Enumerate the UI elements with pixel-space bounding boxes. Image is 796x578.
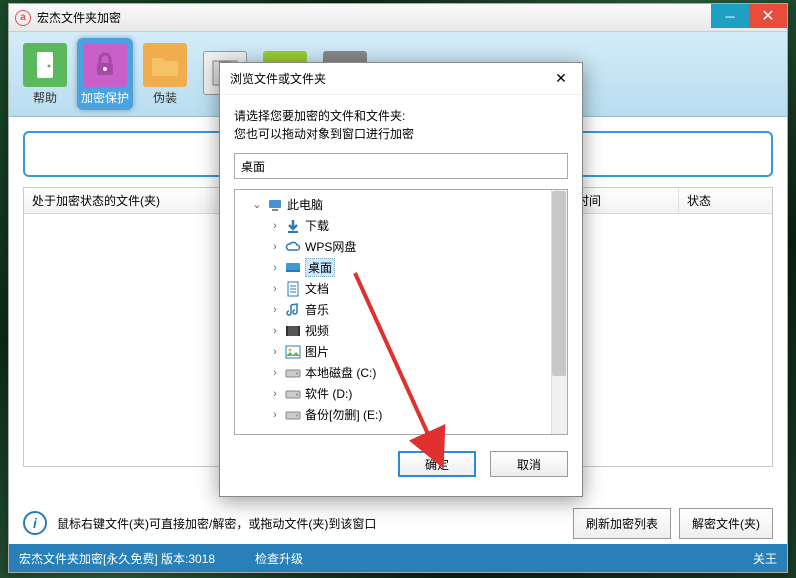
- tree-item[interactable]: › 视频: [237, 320, 565, 341]
- tree-label: 此电脑: [287, 196, 323, 213]
- tool-label: 加密保护: [81, 89, 129, 106]
- titlebar: a 宏杰文件夹加密 ─ ✕: [9, 4, 787, 32]
- column-header[interactable]: 时间: [569, 188, 679, 213]
- pc-icon: [267, 197, 283, 213]
- lock-icon: [83, 43, 127, 87]
- app-icon: a: [15, 10, 31, 26]
- disk-icon: [285, 407, 301, 423]
- pic-icon: [285, 344, 301, 360]
- tree-label: WPS网盘: [305, 238, 356, 255]
- expander-icon[interactable]: ›: [269, 283, 281, 295]
- expander-icon[interactable]: ›: [269, 409, 281, 421]
- status-update[interactable]: 检查升级: [255, 550, 303, 567]
- status-app: 宏杰文件夹加密[永久免费] 版本:3018: [19, 550, 215, 567]
- expander-icon[interactable]: ›: [269, 241, 281, 253]
- tree-label: 软件 (D:): [305, 385, 352, 402]
- scrollbar-thumb[interactable]: [552, 191, 566, 376]
- column-header[interactable]: 状态: [679, 188, 769, 213]
- tree-item[interactable]: › 下载: [237, 215, 565, 236]
- tree-item[interactable]: › WPS网盘: [237, 236, 565, 257]
- window-title: 宏杰文件夹加密: [37, 9, 121, 26]
- tree-item[interactable]: › 软件 (D:): [237, 383, 565, 404]
- disguise-button[interactable]: 伪装: [137, 38, 193, 110]
- expander-icon[interactable]: ›: [269, 388, 281, 400]
- disk-icon: [285, 365, 301, 381]
- tree-label: 视频: [305, 322, 329, 339]
- tree-label: 图片: [305, 343, 329, 360]
- cancel-button[interactable]: 取消: [490, 451, 568, 477]
- dialog-close-button[interactable]: ✕: [550, 68, 572, 90]
- statusbar: 宏杰文件夹加密[永久免费] 版本:3018 检查升级 关王: [9, 544, 787, 572]
- tree-item[interactable]: › 文档: [237, 278, 565, 299]
- expander-icon[interactable]: ›: [269, 346, 281, 358]
- dl-icon: [285, 218, 301, 234]
- tree-label: 本地磁盘 (C:): [305, 364, 376, 381]
- status-right: 关王: [753, 550, 777, 567]
- folder-icon: [143, 43, 187, 87]
- dialog-message: 请选择您要加密的文件和文件夹: 您也可以拖动对象到窗口进行加密: [234, 107, 568, 143]
- music-icon: [285, 302, 301, 318]
- disk-icon: [285, 386, 301, 402]
- scrollbar[interactable]: [551, 190, 567, 434]
- tree-label: 备份[勿删] (E:): [305, 406, 382, 423]
- tree-item[interactable]: › 本地磁盘 (C:): [237, 362, 565, 383]
- expander-icon[interactable]: ›: [269, 220, 281, 232]
- expander-icon[interactable]: ›: [269, 325, 281, 337]
- door-icon: [23, 43, 67, 87]
- tool-label: 帮助: [33, 89, 57, 106]
- doc-icon: [285, 281, 301, 297]
- tool-label: 伪装: [153, 89, 177, 106]
- tree-item[interactable]: › 图片: [237, 341, 565, 362]
- info-icon: i: [23, 511, 47, 535]
- tree-label: 桌面: [305, 258, 335, 277]
- dialog-titlebar: 浏览文件或文件夹 ✕: [220, 63, 582, 95]
- expander-icon[interactable]: ›: [269, 304, 281, 316]
- help-button[interactable]: 帮助: [17, 38, 73, 110]
- browse-dialog: 浏览文件或文件夹 ✕ 请选择您要加密的文件和文件夹: 您也可以拖动对象到窗口进行…: [219, 62, 583, 497]
- desk-icon: [285, 260, 301, 276]
- path-input[interactable]: [234, 153, 568, 179]
- ok-button[interactable]: 确定: [398, 451, 476, 477]
- tree-item[interactable]: › 音乐: [237, 299, 565, 320]
- encrypt-button[interactable]: 加密保护: [77, 38, 133, 110]
- close-button[interactable]: ✕: [749, 4, 787, 28]
- footer: i 鼠标右键文件(夹)可直接加密/解密，或拖动文件(夹)到该窗口 刷新加密列表 …: [9, 504, 787, 542]
- dialog-title: 浏览文件或文件夹: [230, 70, 326, 87]
- video-icon: [285, 323, 301, 339]
- tree-item[interactable]: › 桌面: [237, 257, 565, 278]
- minimize-button[interactable]: ─: [711, 4, 749, 28]
- cloud-icon: [285, 239, 301, 255]
- expander-icon[interactable]: ›: [269, 367, 281, 379]
- folder-tree[interactable]: ⌄ 此电脑 › 下载 › WPS网盘 › 桌面 › 文档 › 音乐 › 视频 › 图片 › 本地磁盘 (C:) › 软…: [234, 189, 568, 435]
- tree-label: 下载: [305, 217, 329, 234]
- expander-icon[interactable]: ›: [269, 262, 281, 274]
- tree-label: 文档: [305, 280, 329, 297]
- tree-label: 音乐: [305, 301, 329, 318]
- refresh-button[interactable]: 刷新加密列表: [573, 508, 671, 539]
- tree-item[interactable]: › 备份[勿删] (E:): [237, 404, 565, 425]
- decrypt-button[interactable]: 解密文件(夹): [679, 508, 773, 539]
- tree-item[interactable]: ⌄ 此电脑: [237, 194, 565, 215]
- footer-tip: 鼠标右键文件(夹)可直接加密/解密，或拖动文件(夹)到该窗口: [57, 515, 376, 532]
- expander-icon[interactable]: ⌄: [251, 198, 263, 211]
